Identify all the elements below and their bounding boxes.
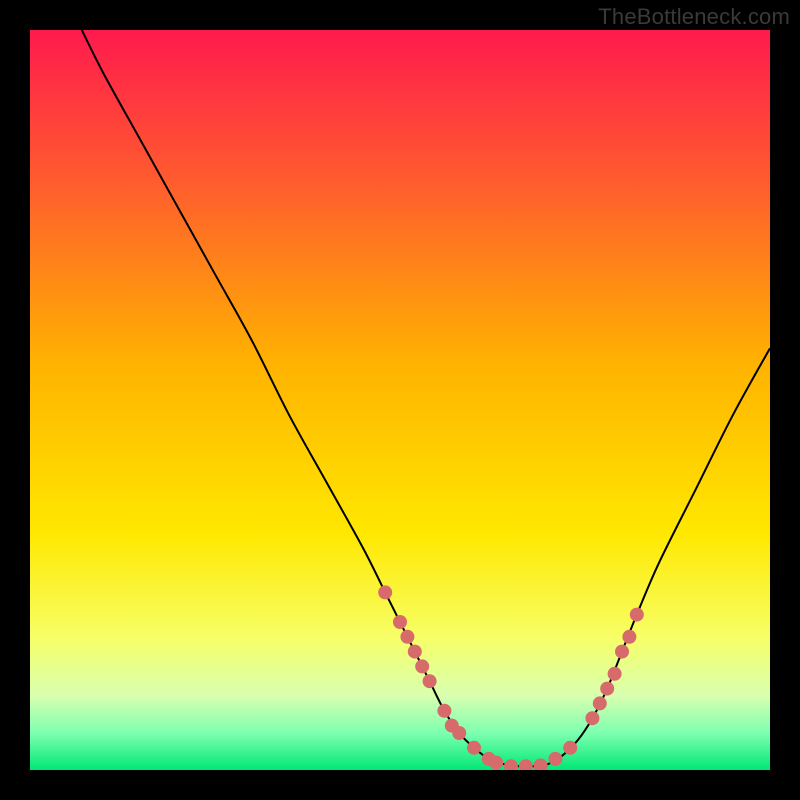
highlight-point <box>437 704 451 718</box>
chart-frame: TheBottleneck.com <box>0 0 800 800</box>
highlight-point <box>600 682 614 696</box>
chart-svg <box>30 30 770 770</box>
highlight-point <box>378 585 392 599</box>
highlight-point <box>467 741 481 755</box>
highlight-point <box>585 711 599 725</box>
plot-area <box>30 30 770 770</box>
highlight-point <box>393 615 407 629</box>
highlight-point <box>622 630 636 644</box>
highlight-point <box>630 608 644 622</box>
highlight-point <box>608 667 622 681</box>
highlight-point <box>400 630 414 644</box>
highlight-point <box>489 756 503 770</box>
highlight-point <box>423 674 437 688</box>
highlight-point <box>408 645 422 659</box>
highlight-point <box>593 696 607 710</box>
highlight-point <box>615 645 629 659</box>
watermark-text: TheBottleneck.com <box>598 4 790 30</box>
highlight-point <box>415 659 429 673</box>
highlight-point <box>452 726 466 740</box>
highlight-point <box>548 752 562 766</box>
highlight-point <box>563 741 577 755</box>
